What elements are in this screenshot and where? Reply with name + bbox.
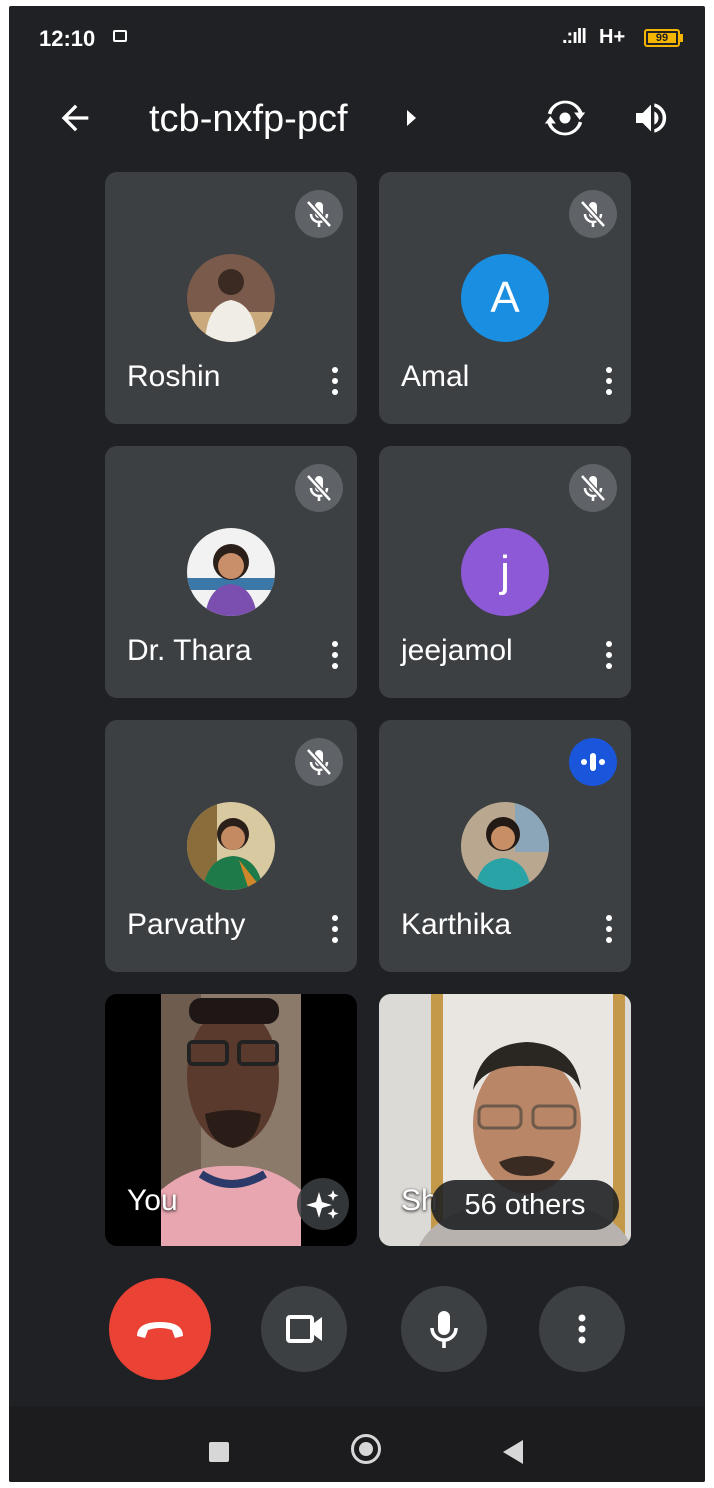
participant-tile[interactable]: Karthika <box>379 720 631 972</box>
meeting-header: tcb-nxfp-pcf <box>9 76 705 166</box>
system-nav-bar <box>9 1406 705 1482</box>
battery-tip <box>680 34 683 42</box>
mic-off-icon <box>295 464 343 512</box>
switch-camera-icon[interactable] <box>543 96 587 140</box>
self-video-tile[interactable]: You <box>105 994 357 1246</box>
avatar-letter: j <box>461 528 549 616</box>
more-options-icon <box>578 1314 586 1344</box>
more-options-icon[interactable] <box>601 912 617 948</box>
mic-off-icon <box>295 738 343 786</box>
end-call-icon <box>137 1322 183 1338</box>
meeting-code[interactable]: tcb-nxfp-pcf <box>149 98 348 141</box>
avatar-photo <box>461 802 549 890</box>
end-call-button[interactable] <box>109 1278 211 1380</box>
participant-name: Parvathy <box>127 908 246 941</box>
call-controls <box>9 1266 705 1386</box>
network-type: H+ <box>599 26 626 48</box>
battery-icon: 99 <box>644 29 680 47</box>
square-icon[interactable] <box>209 1442 229 1462</box>
mic-off-icon <box>569 464 617 512</box>
more-options-icon[interactable] <box>327 638 343 674</box>
camera-button[interactable] <box>261 1286 347 1372</box>
participant-tile[interactable]: Parvathy <box>105 720 357 972</box>
mic-off-icon <box>295 190 343 238</box>
others-count-badge[interactable]: 56 others <box>431 1180 619 1230</box>
status-time: 12:10 <box>39 26 96 51</box>
more-options-icon[interactable] <box>601 364 617 400</box>
avatar-letter: A <box>461 254 549 342</box>
screen-record-icon <box>113 30 127 42</box>
more-options-icon[interactable] <box>327 912 343 948</box>
more-options-icon[interactable] <box>601 638 617 674</box>
camera-icon <box>286 1315 322 1343</box>
microphone-icon <box>430 1311 458 1348</box>
avatar-photo <box>187 802 275 890</box>
more-options-button[interactable] <box>539 1286 625 1372</box>
participant-name: Amal <box>401 360 470 393</box>
others-tile[interactable]: Sh 56 others <box>379 994 631 1246</box>
participant-name: Karthika <box>401 908 512 941</box>
mic-off-icon <box>569 190 617 238</box>
speaking-indicator-icon <box>569 738 617 786</box>
participant-tile[interactable]: Dr. Thara <box>105 446 357 698</box>
battery-level: 99 <box>648 33 676 44</box>
back-triangle-icon[interactable] <box>503 1440 523 1464</box>
participant-name: Dr. Thara <box>127 634 252 667</box>
microphone-button[interactable] <box>401 1286 487 1372</box>
speaker-icon[interactable] <box>631 98 671 138</box>
participant-name: Roshin <box>127 360 221 393</box>
signal-strength-icon: .:ıll <box>562 26 587 48</box>
caret-right-icon[interactable] <box>407 110 416 126</box>
meet-screen: 12:10 .:ıll H+ 99 tcb-nxfp-pcf Roshin A <box>9 6 705 1482</box>
self-video <box>161 994 301 1246</box>
participant-name: jeejamol <box>401 634 513 667</box>
home-circle-icon[interactable] <box>351 1434 381 1464</box>
self-label: You <box>127 1184 178 1217</box>
more-options-icon[interactable] <box>327 364 343 400</box>
participant-tile[interactable]: j jeejamol <box>379 446 631 698</box>
participant-tile[interactable]: Roshin <box>105 172 357 424</box>
status-bar: 12:10 .:ıll H+ 99 <box>9 6 705 66</box>
avatar-photo <box>187 254 275 342</box>
effects-sparkle-icon[interactable] <box>297 1178 349 1230</box>
back-arrow-icon[interactable] <box>55 98 95 138</box>
participant-tile[interactable]: A Amal <box>379 172 631 424</box>
avatar-photo <box>187 528 275 616</box>
